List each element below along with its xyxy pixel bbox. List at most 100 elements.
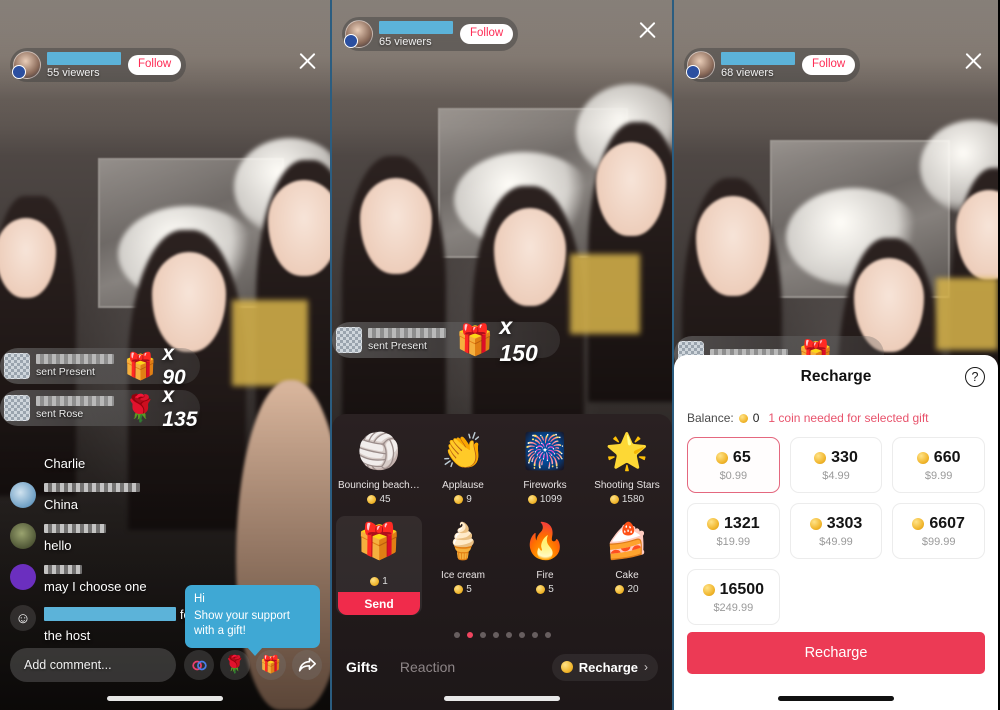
ice-cream-icon: 🍦 (441, 524, 485, 566)
balance-label: Balance: (687, 411, 734, 425)
gift-name: Cake (615, 570, 638, 581)
help-icon[interactable]: ? (965, 367, 985, 387)
coin-package[interactable]: 660 $9.99 (892, 437, 985, 493)
gift-item[interactable]: 🎆 Fireworks 1099 (504, 426, 586, 510)
home-indicator (778, 696, 894, 701)
follow-button[interactable]: Follow (802, 55, 855, 75)
coin-icon (454, 495, 463, 504)
host-avatar[interactable] (345, 20, 373, 48)
coin-icon (615, 585, 624, 594)
host-topbar[interactable]: 55 viewers Follow (10, 48, 186, 82)
pager-dot[interactable] (454, 632, 460, 638)
gift-icon[interactable]: 🎁 (256, 650, 286, 680)
follow-user-icon: ☺ (10, 605, 36, 631)
coin-amount: 16500 (703, 581, 765, 599)
coin-price: $4.99 (822, 470, 850, 482)
host-avatar[interactable] (13, 51, 41, 79)
add-comment-input[interactable]: Add comment... (10, 648, 176, 682)
coin-needed-note: 1 coin needed for selected gift (768, 411, 928, 425)
shooting-stars-icon: 🌟 (605, 434, 649, 476)
tab-gifts[interactable]: Gifts (346, 659, 378, 675)
tooltip-title: Hi (194, 592, 311, 608)
chat-text: hello (44, 538, 106, 553)
coin-package[interactable]: 6607 $99.99 (892, 503, 985, 559)
gift-action-text: sent Present (36, 367, 114, 378)
recharge-button[interactable]: Recharge (687, 632, 985, 674)
balance-row: Balance: 0 1 coin needed for selected gi… (674, 399, 998, 425)
gift-name: Ice cream (441, 570, 485, 581)
pager-dot[interactable] (545, 632, 551, 638)
coin-price: $9.99 (925, 470, 953, 482)
gift-price: 5 (536, 584, 554, 595)
pager-dot[interactable] (493, 632, 499, 638)
host-name-redacted (721, 52, 795, 65)
gift-pager[interactable] (332, 632, 672, 638)
coin-price: $249.99 (713, 602, 753, 614)
cake-icon: 🍰 (605, 524, 649, 566)
close-icon[interactable] (960, 48, 986, 74)
forward-icon[interactable] (292, 650, 322, 680)
chat-username-redacted (44, 483, 140, 492)
pager-dot[interactable] (506, 632, 512, 638)
chat-text: may I choose one (44, 579, 147, 594)
gift-name: Applause (442, 480, 484, 491)
host-topbar[interactable]: 65 viewers Follow (342, 17, 518, 51)
coin-amount: 1321 (707, 515, 760, 533)
gift-item[interactable]: 🍰 Cake 20 (586, 516, 668, 615)
close-icon[interactable] (294, 48, 320, 74)
list-item: China (10, 482, 220, 512)
sender-info: sent Present (36, 354, 114, 378)
list-item: Charlie (10, 455, 220, 471)
share-loop-icon[interactable] (184, 650, 214, 680)
sender-info: sent Present (368, 328, 446, 352)
coin-amount: 6607 (912, 515, 965, 533)
recharge-chip[interactable]: Recharge › (552, 654, 658, 681)
host-meta: 55 viewers (47, 52, 121, 79)
gift-box-icon: 🎁 (357, 524, 401, 566)
follow-button[interactable]: Follow (128, 55, 181, 75)
send-button[interactable]: Send (338, 592, 420, 615)
gift-count: x 150 (499, 313, 542, 367)
gift-item[interactable]: 🏐 Bouncing beach voll... 45 (336, 426, 422, 510)
coin-package[interactable]: 1321 $19.99 (687, 503, 780, 559)
coin-icon (536, 585, 545, 594)
rose-icon[interactable]: 🌹 (220, 650, 250, 680)
host-topbar[interactable]: 68 viewers Follow (684, 48, 860, 82)
close-icon[interactable] (634, 17, 660, 43)
screenshot-stage: 55 viewers Follow sent Present 🎁 x 90 se… (0, 0, 1000, 710)
home-indicator (107, 696, 223, 701)
tab-reaction[interactable]: Reaction (400, 659, 455, 675)
gift-item[interactable]: 👏 Applause 9 (422, 426, 504, 510)
viewer-count: 65 viewers (379, 37, 453, 48)
host-avatar[interactable] (687, 51, 715, 79)
coin-package-selected[interactable]: 65 $0.99 (687, 437, 780, 493)
gift-item[interactable]: 🍦 Ice cream 5 (422, 516, 504, 615)
chat-username-redacted (44, 524, 106, 533)
gift-name: Fireworks (523, 480, 566, 491)
page-title: Recharge (801, 368, 872, 386)
chat-username-redacted (44, 607, 176, 621)
coin-package[interactable]: 16500 $249.99 (687, 569, 780, 625)
coin-amount: 330 (814, 449, 858, 467)
pager-dot[interactable] (532, 632, 538, 638)
gift-box-icon: 🎁 (124, 351, 156, 382)
sender-info: sent Rose (36, 396, 114, 420)
balance-value: 0 (753, 411, 760, 425)
coin-icon (703, 584, 715, 596)
viewer-count: 55 viewers (47, 68, 121, 79)
gift-item[interactable]: 🔥 Fire 5 (504, 516, 586, 615)
chat-text: Charlie (44, 456, 85, 471)
gift-banner: sent Rose 🌹 x 135 (0, 390, 200, 426)
pager-dot[interactable] (480, 632, 486, 638)
coin-package[interactable]: 3303 $49.99 (790, 503, 883, 559)
follow-button[interactable]: Follow (460, 24, 513, 44)
gift-name: Shooting Stars (594, 480, 660, 491)
coin-package[interactable]: 330 $4.99 (790, 437, 883, 493)
gift-item-selected[interactable]: 🎁 1 Send (336, 516, 422, 615)
gift-item[interactable]: 🌟 Shooting Stars 1580 (586, 426, 668, 510)
pager-dot[interactable] (519, 632, 525, 638)
coin-price: $49.99 (819, 536, 853, 548)
pager-dot-active[interactable] (467, 632, 473, 638)
action-icon-group: 🌹 🎁 (184, 650, 322, 680)
coin-amount: 3303 (810, 515, 863, 533)
